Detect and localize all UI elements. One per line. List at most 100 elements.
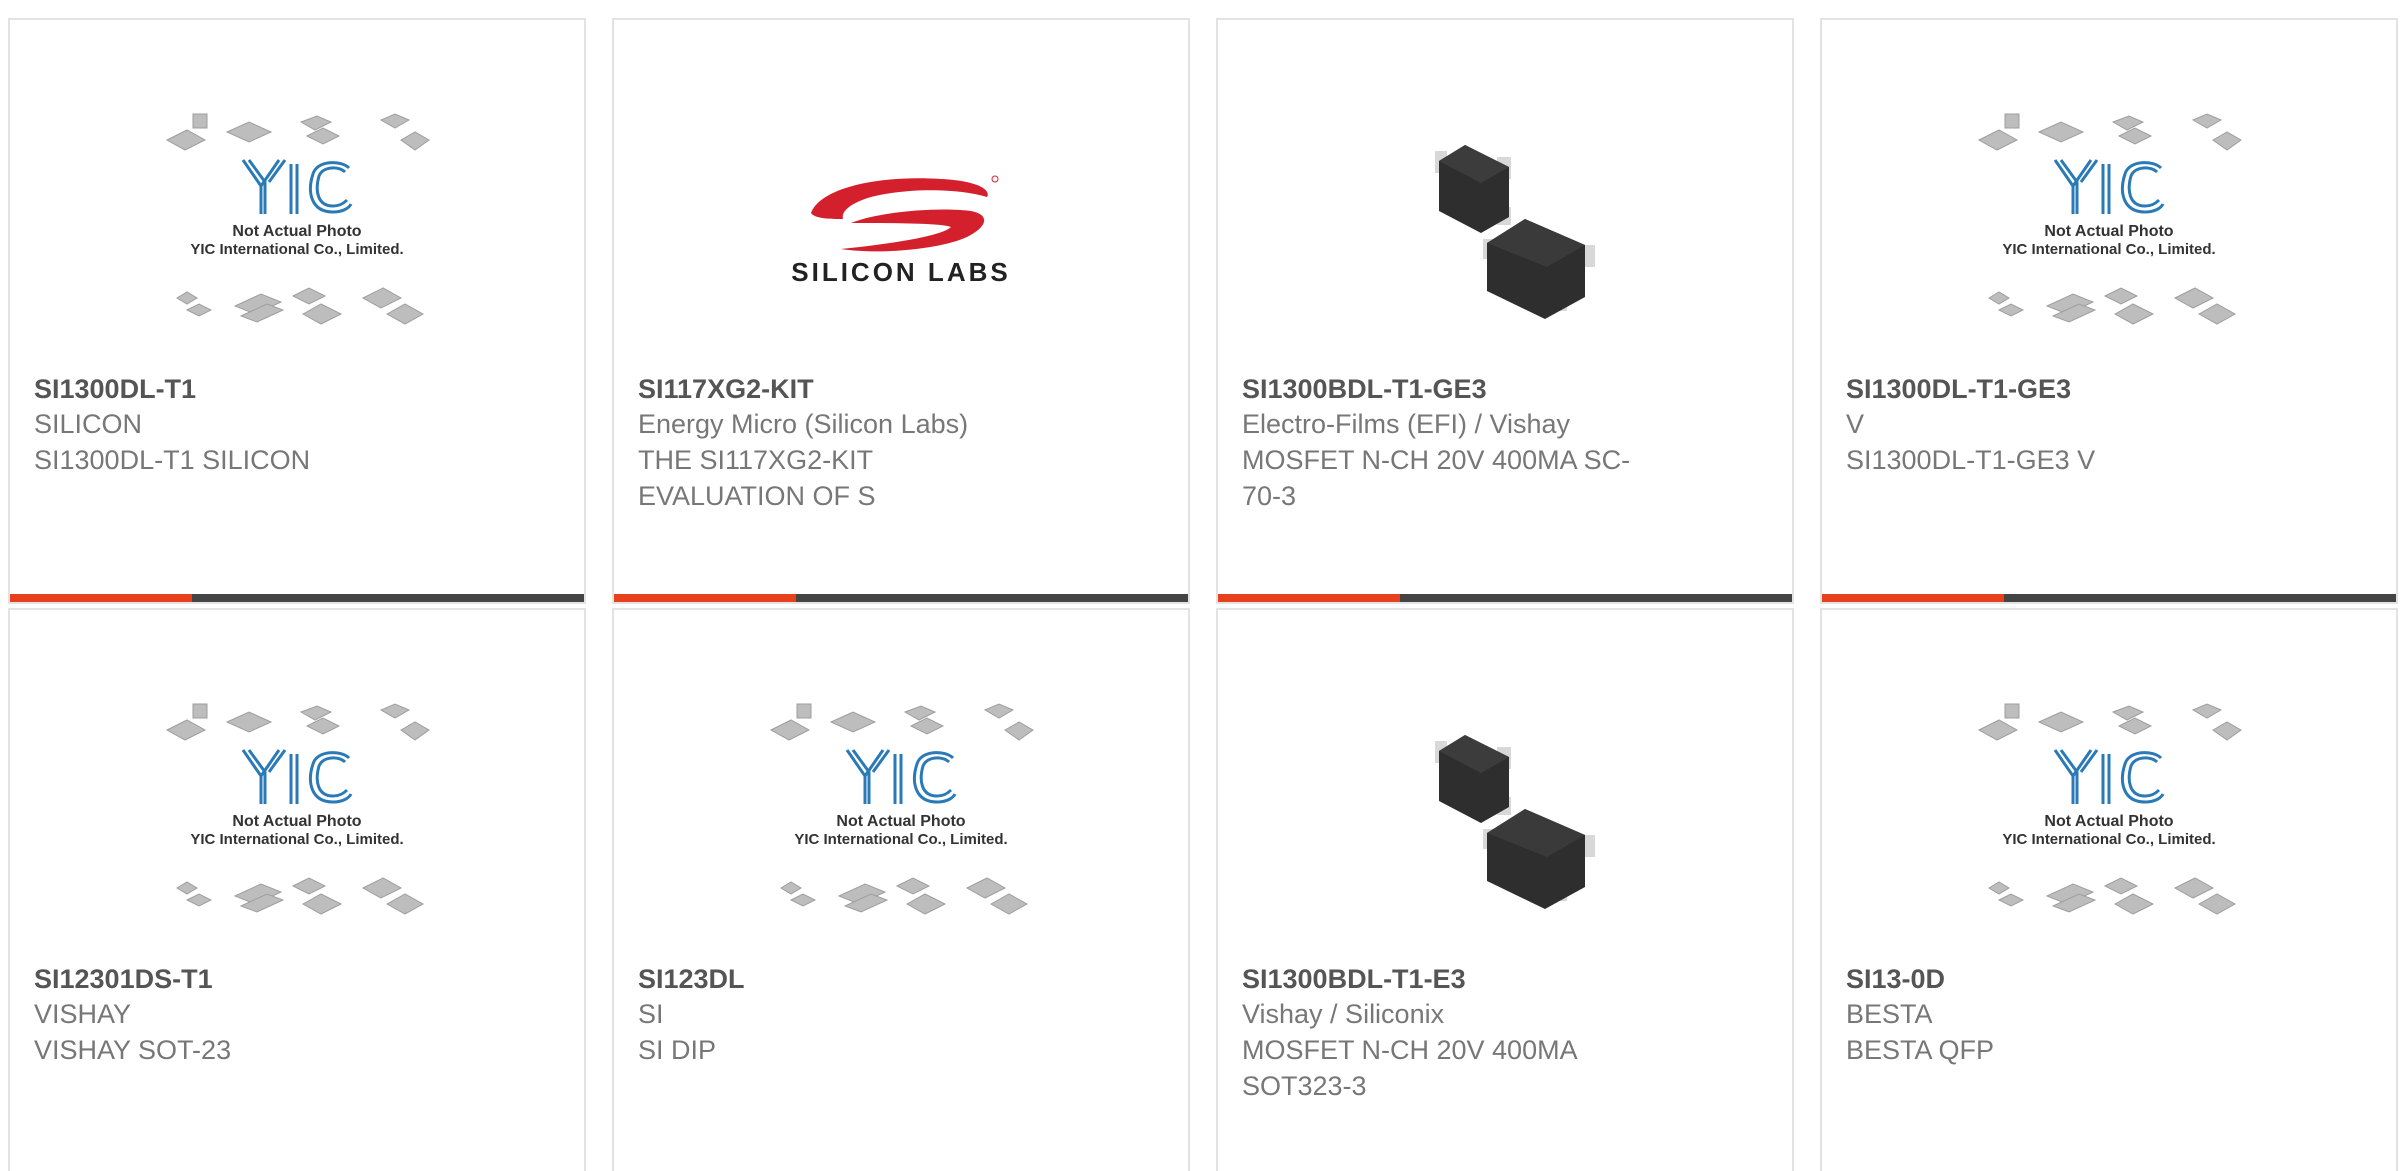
card-footer-bar xyxy=(1218,594,1792,602)
chip-silhouette-icon xyxy=(400,131,430,151)
yic-logo-icon xyxy=(241,749,353,804)
chip-silhouette-icon xyxy=(789,893,817,907)
chip-silhouette-icon xyxy=(2111,115,2145,131)
chip-silhouette-icon xyxy=(192,703,208,719)
product-card[interactable]: SI1300BDL-T1-GE3 Electro-Films (EFI) / Vi… xyxy=(1216,18,1794,604)
manufacturer: SI xyxy=(638,999,664,1029)
chip-silhouette-icon xyxy=(361,287,403,309)
chip-silhouette-icon xyxy=(2212,131,2242,151)
silicon-labs-logo: SILICON LABS xyxy=(791,175,1008,287)
chip-silhouette-icon xyxy=(2173,877,2215,899)
chip-silhouette-icon xyxy=(2037,711,2085,733)
product-image[interactable]: SILICON LABS xyxy=(614,82,1188,372)
placeholder-caption: Not Actual Photo xyxy=(232,813,361,830)
yic-placeholder-image: Not Actual PhotoYIC International Co., L… xyxy=(769,703,1034,915)
product-description-line: SI1300DL-T1-GE3 V xyxy=(1846,445,2096,475)
product-description-line: VISHAY SOT-23 xyxy=(34,1035,232,1065)
yic-logo-icon xyxy=(2053,159,2165,214)
manufacturer: V xyxy=(1846,409,1865,439)
product-description-line: BESTA QFP xyxy=(1846,1035,1995,1065)
chip-silhouette-icon xyxy=(2117,127,2153,145)
product-card[interactable]: Not Actual Photo YIC International Co., L… xyxy=(1820,18,2398,604)
product-card[interactable]: SILICON LABS SI117XG2-KIT Energy Micro (Si… xyxy=(612,18,1190,604)
chip-silhouette-icon xyxy=(909,717,945,735)
part-number[interactable]: SI1300BDL-T1-GE3 xyxy=(1242,372,1692,406)
part-number[interactable]: SI1300DL-T1 xyxy=(34,372,484,406)
manufacturer: Electro-Films (EFI) / Vishay xyxy=(1242,409,1571,439)
chip-silhouette-icon xyxy=(225,121,273,143)
placeholder-company: YIC International Co., Limited. xyxy=(2002,831,2215,848)
part-number[interactable]: SI13-0D xyxy=(1846,962,2296,996)
sot-package-photo xyxy=(1435,145,1595,319)
product-image[interactable]: Not Actual Photo YIC International Co., L… xyxy=(1822,82,2396,372)
chip-silhouette-icon xyxy=(1004,721,1034,741)
chip-silhouette-icon xyxy=(983,703,1015,719)
placeholder-company: YIC International Co., Limited. xyxy=(190,831,403,848)
product-grid: Not Actual Photo YIC International Co., L… xyxy=(0,0,2400,1171)
placeholder-caption: Not Actual Photo xyxy=(836,813,965,830)
chip-silhouette-icon xyxy=(225,711,273,733)
product-card[interactable]: Not Actual Photo YIC International Co., L… xyxy=(8,608,586,1171)
placeholder-caption: Not Actual Photo xyxy=(2044,813,2173,830)
chip-silhouette-icon xyxy=(965,877,1007,899)
chip-silhouette-icon xyxy=(2113,303,2155,325)
chip-silhouette-icon xyxy=(176,291,198,305)
product-info: SI1300BDL-T1-E3 Vishay / Siliconix MOSFET … xyxy=(1242,962,1692,1104)
product-card[interactable]: SI1300BDL-T1-E3 Vishay / Siliconix MOSFET … xyxy=(1216,608,1794,1171)
product-info: SI1300DL-T1-GE3 V SI1300DL-T1-GE3 V xyxy=(1846,372,2296,478)
chip-silhouette-icon xyxy=(2197,893,2237,915)
product-description-line: 70-3 xyxy=(1242,481,1297,511)
chip-silhouette-icon xyxy=(299,115,333,131)
chip-silhouette-icon xyxy=(1997,893,2025,907)
chip-silhouette-icon xyxy=(176,881,198,895)
product-card[interactable]: Not Actual Photo YIC International Co., L… xyxy=(8,18,586,604)
product-image[interactable]: Not Actual Photo YIC International Co., L… xyxy=(10,82,584,372)
yic-placeholder-image: Not Actual PhotoYIC International Co., L… xyxy=(165,703,430,915)
placeholder-caption: Not Actual Photo xyxy=(232,223,361,240)
card-footer-bar xyxy=(10,594,584,602)
manufacturer: SILICON xyxy=(34,409,143,439)
sot-package-photo xyxy=(1435,735,1595,909)
chip-silhouette-icon xyxy=(769,719,811,741)
chip-silhouette-icon xyxy=(1977,129,2019,151)
manufacturer: BESTA xyxy=(1846,999,1933,1029)
part-number[interactable]: SI123DL xyxy=(638,962,1088,996)
chip-silhouette-icon xyxy=(301,303,343,325)
product-image[interactable] xyxy=(1218,82,1792,372)
card-footer-accent xyxy=(1822,594,2004,602)
chip-silhouette-icon xyxy=(2103,287,2139,305)
product-image[interactable] xyxy=(1218,672,1792,962)
chip-silhouette-icon xyxy=(165,719,207,741)
product-card[interactable]: Not Actual Photo YIC International Co., L… xyxy=(612,608,1190,1171)
product-card[interactable]: Not Actual Photo YIC International Co., L… xyxy=(1820,608,2398,1171)
product-image[interactable]: Not Actual Photo YIC International Co., L… xyxy=(1822,672,2396,962)
manufacturer: VISHAY xyxy=(34,999,132,1029)
placeholder-company: YIC International Co., Limited. xyxy=(2002,241,2215,258)
part-number[interactable]: SI1300DL-T1-GE3 xyxy=(1846,372,2296,406)
product-description-line: SI1300DL-T1 SILICON xyxy=(34,445,311,475)
placeholder-company: YIC International Co., Limited. xyxy=(190,241,403,258)
product-image[interactable]: Not Actual Photo YIC International Co., L… xyxy=(10,672,584,962)
card-footer-bar xyxy=(614,594,1188,602)
chip-silhouette-icon xyxy=(2111,705,2145,721)
chip-silhouette-icon xyxy=(796,703,812,719)
part-number[interactable]: SI117XG2-KIT xyxy=(638,372,1088,406)
chip-silhouette-icon xyxy=(2191,703,2223,719)
chip-silhouette-icon xyxy=(1997,303,2025,317)
yic-logo-icon xyxy=(845,749,957,804)
product-info: SI12301DS-T1 VISHAY VISHAY SOT-23 xyxy=(34,962,484,1068)
chip-silhouette-icon xyxy=(379,113,411,129)
chip-silhouette-icon xyxy=(291,287,327,305)
part-number[interactable]: SI1300BDL-T1-E3 xyxy=(1242,962,1692,996)
product-info: SI123DL SI SI DIP xyxy=(638,962,1088,1068)
silicon-labs-swirl-icon xyxy=(811,175,999,252)
product-description-line: SOT323-3 xyxy=(1242,1071,1367,1101)
chip-silhouette-icon xyxy=(2004,113,2020,129)
chip-silhouette-icon xyxy=(780,881,802,895)
chip-silhouette-icon xyxy=(905,893,947,915)
chip-silhouette-icon xyxy=(2197,303,2237,325)
chip-silhouette-icon xyxy=(301,893,343,915)
card-footer-accent xyxy=(1218,594,1400,602)
product-image[interactable]: Not Actual Photo YIC International Co., L… xyxy=(614,672,1188,962)
part-number[interactable]: SI12301DS-T1 xyxy=(34,962,484,996)
